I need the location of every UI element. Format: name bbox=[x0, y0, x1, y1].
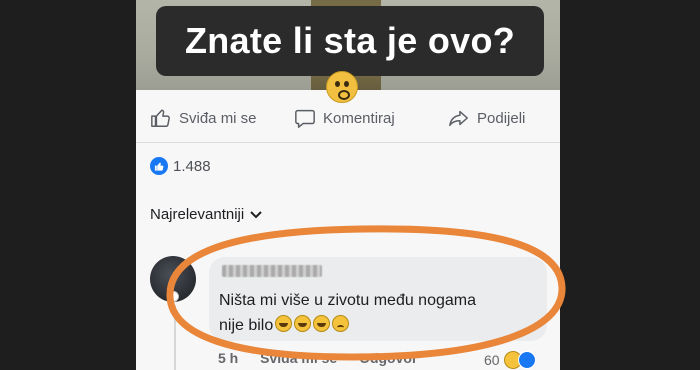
like-button-label: Sviđa mi se bbox=[179, 109, 257, 127]
comment-meta: 5 h Sviđa mi se Odgovor bbox=[218, 350, 435, 366]
comment-reply-link[interactable]: Odgovor bbox=[359, 350, 417, 366]
post-caption: Znate li sta je ovo? bbox=[156, 6, 544, 76]
comment-text-line2: nije bilo bbox=[219, 317, 274, 334]
laughing-emoji-icon bbox=[275, 315, 293, 332]
sad-emoji-icon bbox=[332, 315, 350, 332]
comment-sort-label: Najrelevantniji bbox=[150, 206, 245, 223]
reaction-count: 1.488 bbox=[173, 157, 211, 175]
divider bbox=[136, 142, 560, 143]
laughing-emoji-icon bbox=[313, 315, 331, 332]
right-black-bar bbox=[560, 0, 700, 370]
post-panel: Znate li sta je ovo? Sviđa mi se Komenti… bbox=[136, 0, 560, 370]
share-button-label: Podijeli bbox=[477, 109, 526, 127]
comment-reaction-summary[interactable]: 60 bbox=[484, 351, 536, 369]
share-button[interactable]: Podijeli bbox=[448, 107, 525, 129]
left-black-bar bbox=[0, 0, 136, 370]
laughing-emoji-icon bbox=[294, 315, 312, 332]
like-reaction-icon bbox=[517, 351, 536, 369]
comment-reaction-count: 60 bbox=[484, 352, 500, 368]
reaction-summary[interactable]: 1.488 bbox=[150, 157, 211, 175]
post-actions: Sviđa mi se Komentiraj Podijeli bbox=[136, 97, 560, 139]
thumbs-up-icon bbox=[151, 109, 170, 127]
like-reaction-icon bbox=[150, 157, 168, 175]
comment-button[interactable]: Komentiraj bbox=[294, 107, 395, 129]
reply-thread-line bbox=[174, 305, 176, 370]
chevron-down-icon bbox=[250, 210, 262, 218]
comment-bubble: ████ ████ Ništa mi više u zivotu među no… bbox=[209, 257, 547, 341]
comment-text: Ništa mi više u zivotu među nogama nije … bbox=[219, 288, 539, 338]
comment-author-name[interactable]: ████ ████ bbox=[222, 265, 322, 277]
like-button[interactable]: Sviđa mi se bbox=[150, 107, 257, 129]
online-badge-icon bbox=[168, 291, 179, 302]
speech-bubble-icon bbox=[295, 109, 315, 128]
share-arrow-icon bbox=[449, 110, 468, 127]
comment-text-line1: Ništa mi više u zivotu među nogama bbox=[219, 292, 476, 309]
comment-sort-dropdown[interactable]: Najrelevantniji bbox=[150, 206, 262, 223]
comment-like-link[interactable]: Sviđa mi se bbox=[260, 350, 337, 366]
comment-button-label: Komentiraj bbox=[323, 109, 395, 127]
comment-time: 5 h bbox=[218, 350, 239, 366]
